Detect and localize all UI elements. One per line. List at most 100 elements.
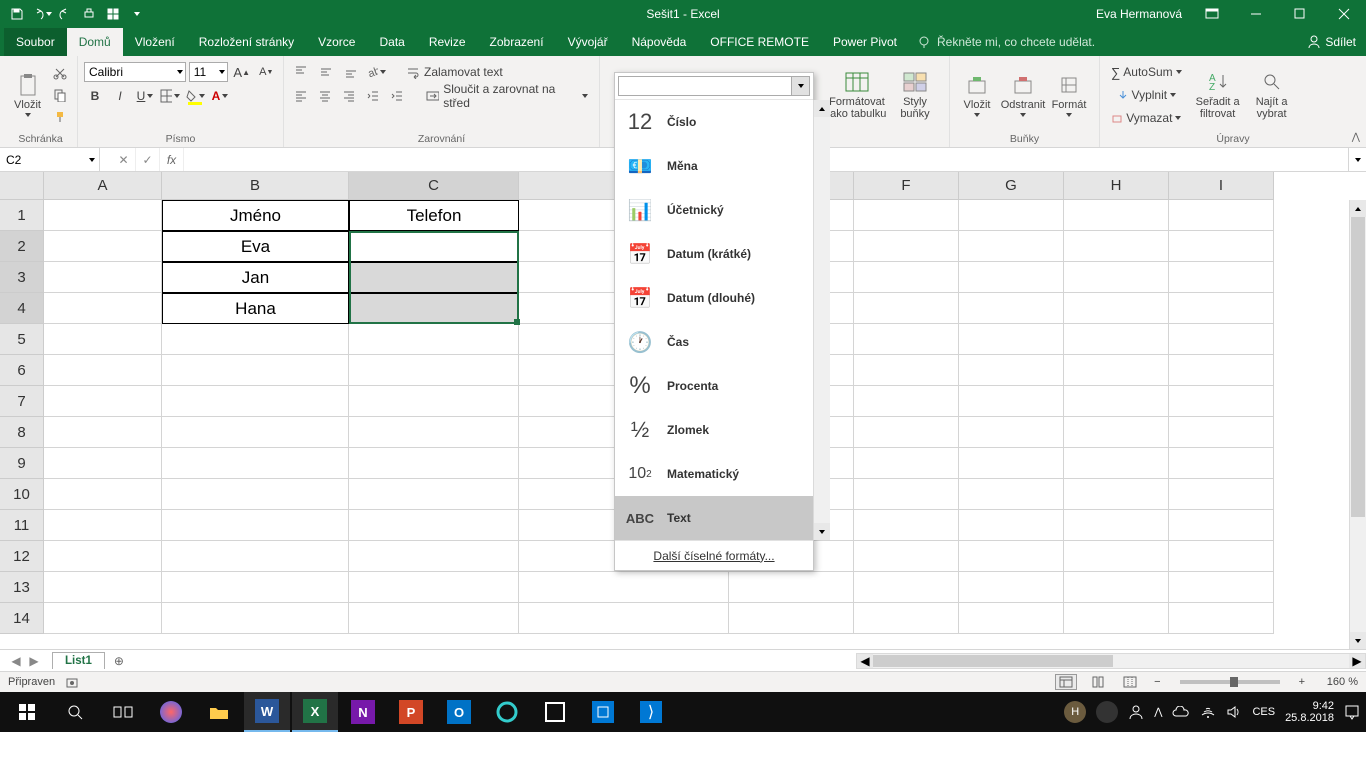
cell-F14[interactable] — [854, 603, 959, 634]
cell-B1[interactable]: Jméno — [162, 200, 349, 231]
horizontal-scrollbar[interactable]: ◀ ▶ — [856, 653, 1366, 669]
paste-button[interactable]: Vložit — [10, 73, 45, 117]
borders-button[interactable] — [159, 86, 181, 106]
search-button[interactable] — [52, 692, 98, 732]
taskbar-edge[interactable] — [484, 692, 530, 732]
format-item-time[interactable]: 🕐Čas — [615, 320, 813, 364]
cell-I10[interactable] — [1169, 479, 1274, 510]
align-left-button[interactable] — [290, 86, 311, 106]
underline-button[interactable]: U — [134, 86, 156, 106]
taskbar-explorer[interactable] — [196, 692, 242, 732]
sheet-tab-list1[interactable]: List1 — [52, 652, 105, 669]
cell-A8[interactable] — [44, 417, 162, 448]
format-item-fraction[interactable]: ½Zlomek — [615, 408, 813, 452]
cell-G10[interactable] — [959, 479, 1064, 510]
cell-H14[interactable] — [1064, 603, 1169, 634]
format-item-text[interactable]: ABCText — [615, 496, 813, 540]
cell-F3[interactable] — [854, 262, 959, 293]
taskbar-app-1[interactable] — [148, 692, 194, 732]
format-item-scientific[interactable]: 102Matematický — [615, 452, 813, 496]
task-view-button[interactable] — [100, 692, 146, 732]
cell-C13[interactable] — [349, 572, 519, 603]
cell-I5[interactable] — [1169, 324, 1274, 355]
undo-button[interactable] — [30, 3, 52, 25]
expand-formula-bar[interactable] — [1348, 148, 1366, 171]
cell-I11[interactable] — [1169, 510, 1274, 541]
row-header-14[interactable]: 14 — [0, 603, 44, 634]
decrease-indent-button[interactable] — [362, 86, 383, 106]
cell-F1[interactable] — [854, 200, 959, 231]
cell-E14[interactable] — [729, 603, 854, 634]
row-header-5[interactable]: 5 — [0, 324, 44, 355]
cell-A2[interactable] — [44, 231, 162, 262]
cell-I13[interactable] — [1169, 572, 1274, 603]
italic-button[interactable]: I — [109, 86, 131, 106]
format-painter-button[interactable] — [49, 107, 71, 127]
cell-C6[interactable] — [349, 355, 519, 386]
cell-styles-button[interactable]: Styly buňky — [894, 70, 936, 120]
share-button[interactable]: Sdílet — [1297, 35, 1366, 49]
cell-G13[interactable] — [959, 572, 1064, 603]
row-header-2[interactable]: 2 — [0, 231, 44, 262]
cell-B10[interactable] — [162, 479, 349, 510]
cell-B13[interactable] — [162, 572, 349, 603]
col-header-f[interactable]: F — [854, 172, 959, 200]
tab-view[interactable]: Zobrazení — [478, 28, 556, 56]
cell-B14[interactable] — [162, 603, 349, 634]
col-header-g[interactable]: G — [959, 172, 1064, 200]
tray-cortana[interactable] — [1096, 701, 1118, 723]
cell-F2[interactable] — [854, 231, 959, 262]
cell-C14[interactable] — [349, 603, 519, 634]
cell-B7[interactable] — [162, 386, 349, 417]
cell-I9[interactable] — [1169, 448, 1274, 479]
format-list-scrollbar[interactable] — [813, 100, 830, 540]
cell-C1[interactable]: Telefon — [349, 200, 519, 231]
taskbar-outlook[interactable]: O — [436, 692, 482, 732]
tab-developer[interactable]: Vývojář — [556, 28, 620, 56]
tray-clock[interactable]: 9:42 25.8.2018 — [1285, 700, 1334, 724]
cell-A13[interactable] — [44, 572, 162, 603]
col-header-h[interactable]: H — [1064, 172, 1169, 200]
cell-G2[interactable] — [959, 231, 1064, 262]
cell-C4[interactable] — [349, 293, 519, 324]
tray-people-icon[interactable] — [1128, 704, 1144, 720]
redo-button[interactable] — [54, 3, 76, 25]
cell-A14[interactable] — [44, 603, 162, 634]
macro-record-icon[interactable] — [65, 675, 79, 689]
taskbar-app-2[interactable] — [532, 692, 578, 732]
cell-A5[interactable] — [44, 324, 162, 355]
tab-review[interactable]: Revize — [417, 28, 478, 56]
cell-B2[interactable]: Eva — [162, 231, 349, 262]
cell-H6[interactable] — [1064, 355, 1169, 386]
align-middle-button[interactable] — [315, 62, 337, 82]
format-item-date-short[interactable]: 📅Datum (krátké) — [615, 232, 813, 276]
cell-B8[interactable] — [162, 417, 349, 448]
format-item-currency[interactable]: 💶Měna — [615, 144, 813, 188]
cell-A6[interactable] — [44, 355, 162, 386]
minimize-button[interactable] — [1238, 0, 1274, 28]
taskbar-onenote[interactable]: N — [340, 692, 386, 732]
cell-H11[interactable] — [1064, 510, 1169, 541]
decrease-font-button[interactable]: A▼ — [255, 62, 277, 82]
zoom-percent[interactable]: 160 % — [1318, 676, 1358, 688]
cell-I6[interactable] — [1169, 355, 1274, 386]
quick-print-button[interactable] — [78, 3, 100, 25]
format-table-button[interactable]: Formátovat jako tabulku — [826, 70, 888, 120]
cell-I14[interactable] — [1169, 603, 1274, 634]
col-header-c[interactable]: C — [349, 172, 519, 200]
cell-H9[interactable] — [1064, 448, 1169, 479]
font-size-combo[interactable]: 11 — [189, 62, 228, 82]
cell-F12[interactable] — [854, 541, 959, 572]
bold-button[interactable]: B — [84, 86, 106, 106]
taskbar-excel[interactable]: X — [292, 692, 338, 732]
merge-center-button[interactable]: Sloučit a zarovnat na střed — [421, 86, 593, 106]
cell-H10[interactable] — [1064, 479, 1169, 510]
cell-B5[interactable] — [162, 324, 349, 355]
format-cells-button[interactable]: Formát — [1048, 73, 1090, 117]
cell-A10[interactable] — [44, 479, 162, 510]
cell-F10[interactable] — [854, 479, 959, 510]
view-page-layout-button[interactable] — [1087, 674, 1109, 690]
copy-button[interactable] — [49, 85, 71, 105]
cell-E13[interactable] — [729, 572, 854, 603]
tab-help[interactable]: Nápověda — [620, 28, 699, 56]
